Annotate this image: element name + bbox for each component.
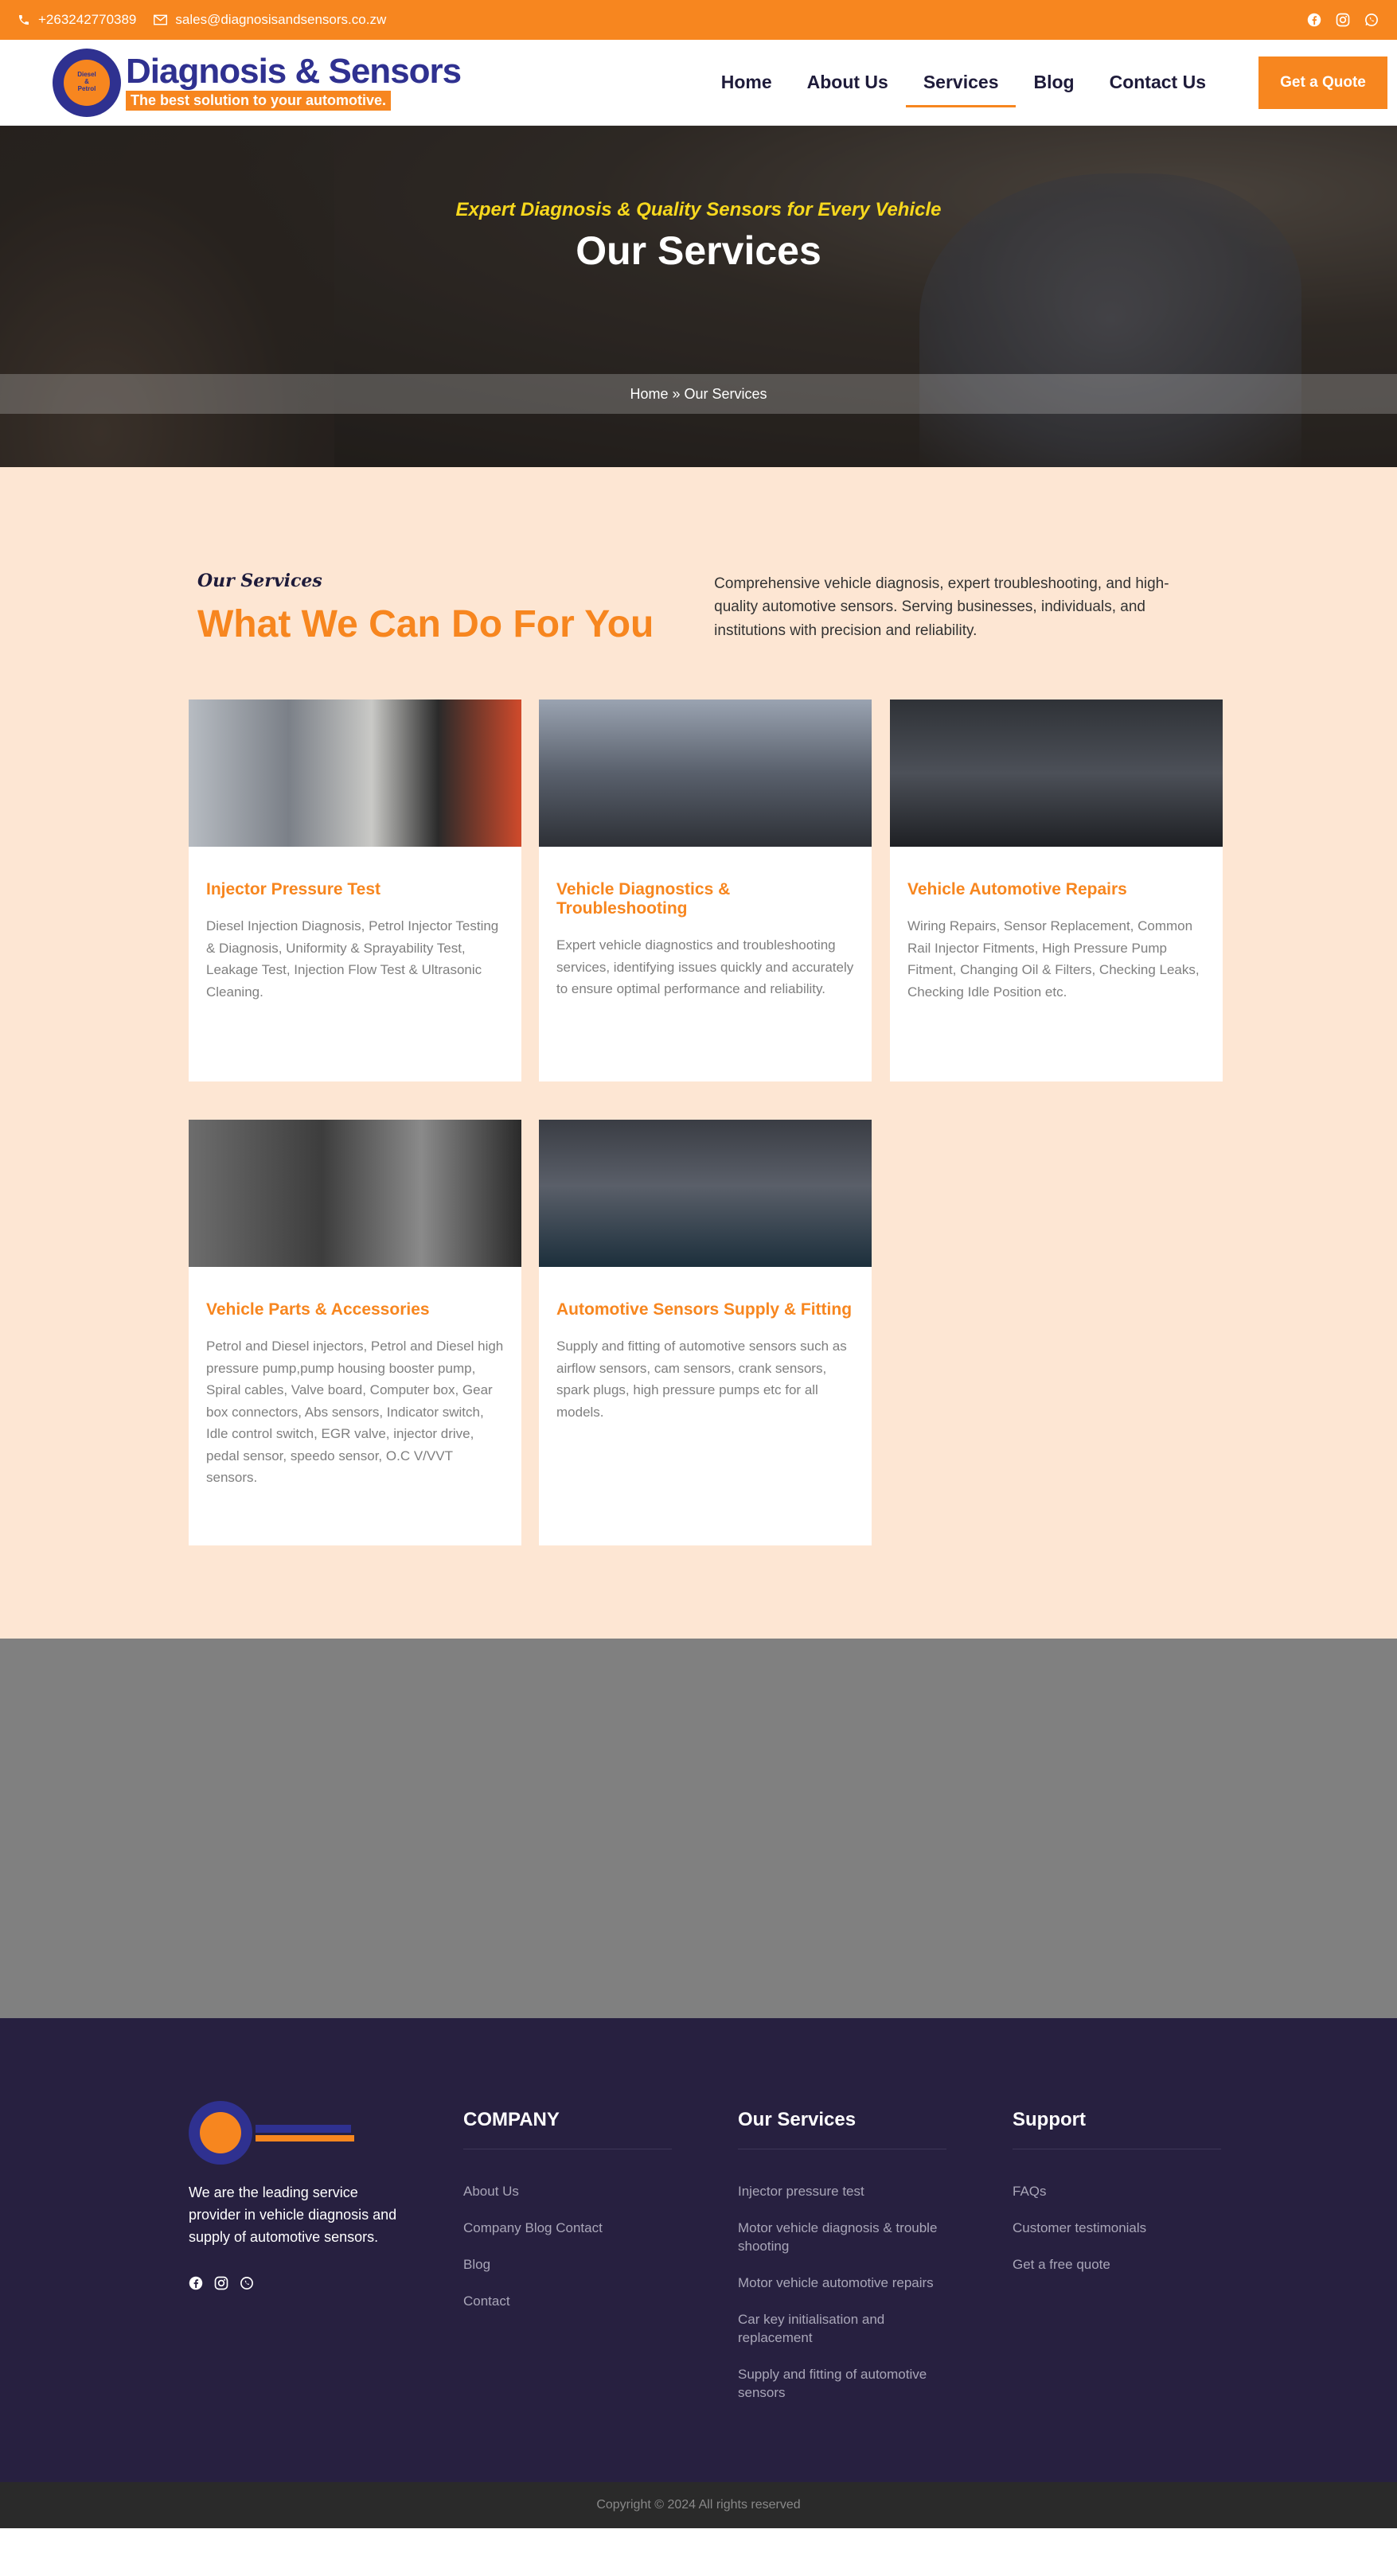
site-header: Diesel & Petrol Diagnosis & Sensors The be… <box>0 40 1397 126</box>
footer-link[interactable]: Customer testimonials <box>1013 2219 1221 2238</box>
service-card-desc: Expert vehicle diagnostics and troublesh… <box>556 937 854 997</box>
logo-badge-icon: Diesel & Petrol <box>53 48 121 117</box>
envelope-icon <box>154 14 168 25</box>
injector-test-image <box>189 700 521 847</box>
breadcrumb[interactable]: Home » Our Services <box>0 374 1397 414</box>
footer-link[interactable]: Blog <box>463 2256 672 2274</box>
topbar-socials <box>1306 12 1379 28</box>
services-section: Our Services What We Can Do For You Comp… <box>0 467 1397 1639</box>
get-quote-button[interactable]: Get a Quote <box>1258 56 1387 109</box>
footer-link[interactable]: Contact <box>463 2293 672 2311</box>
instagram-icon[interactable] <box>1335 12 1351 28</box>
nav-home[interactable]: Home <box>704 64 790 101</box>
engine-repair-image <box>890 700 1223 847</box>
footer-link[interactable]: Motor vehicle automotive repairs <box>738 2274 946 2293</box>
service-card-title[interactable]: Vehicle Automotive Repairs <box>907 880 1205 899</box>
service-card[interactable]: Vehicle Diagnostics & Troubleshooting Ex… <box>539 700 872 1081</box>
footer-about-text: We are the leading service provider in v… <box>189 2184 397 2245</box>
service-card-title[interactable]: Injector Pressure Test <box>206 880 504 899</box>
phone-number: +263242770389 <box>38 12 137 27</box>
service-card-title[interactable]: Vehicle Parts & Accessories <box>206 1300 504 1319</box>
footer-logo[interactable] <box>189 2101 397 2165</box>
service-card-desc: Petrol and Diesel injectors, Petrol and … <box>206 1339 504 1486</box>
nav-about-us[interactable]: About Us <box>790 64 906 101</box>
footer-services-column: Our Services Injector pressure test Moto… <box>738 2109 946 2421</box>
logo-tagline: The best solution to your automotive. <box>126 91 392 111</box>
page-title: Our Services <box>576 228 821 273</box>
logo-title: Diagnosis & Sensors <box>126 52 462 91</box>
top-bar: +263242770389 sales@diagnosisandsensors.… <box>0 0 1397 40</box>
hero-banner: Expert Diagnosis & Quality Sensors for E… <box>0 126 1397 467</box>
auto-parts-image <box>189 1120 521 1267</box>
main-nav: Home About Us Services Blog Contact Us <box>704 64 1223 107</box>
instagram-icon[interactable] <box>214 2276 228 2294</box>
service-card-title[interactable]: Vehicle Diagnostics & Troubleshooting <box>556 880 854 918</box>
service-card[interactable]: Vehicle Parts & Accessories Petrol and D… <box>189 1120 521 1545</box>
footer-link[interactable]: FAQs <box>1013 2183 1221 2201</box>
footer-heading: COMPANY <box>463 2109 672 2149</box>
nav-blog[interactable]: Blog <box>1016 64 1091 101</box>
footer-link[interactable]: Injector pressure test <box>738 2183 946 2201</box>
service-card-desc: Supply and fitting of automotive sensors… <box>556 1339 847 1420</box>
service-card[interactable]: Automotive Sensors Supply & Fitting Supp… <box>539 1120 872 1545</box>
footer-socials <box>189 2276 397 2294</box>
services-eyebrow: Our Services <box>197 571 322 591</box>
footer-link[interactable]: Motor vehicle diagnosis & trouble shooti… <box>738 2219 946 2256</box>
parking-sensors-image <box>539 1120 872 1267</box>
services-intro-text: Comprehensive vehicle diagnosis, expert … <box>714 575 1169 639</box>
diagnostics-laptop-image <box>539 700 872 847</box>
whatsapp-icon[interactable] <box>1364 12 1379 28</box>
map-placeholder <box>0 1639 1397 2018</box>
footer-support-column: Support FAQs Customer testimonials Get a… <box>1013 2109 1221 2293</box>
services-intro: Our Services What We Can Do For You Comp… <box>197 571 1200 646</box>
hero-subtitle: Expert Diagnosis & Quality Sensors for E… <box>455 199 942 220</box>
facebook-icon[interactable] <box>1306 12 1322 28</box>
email-contact[interactable]: sales@diagnosisandsensors.co.zw <box>154 12 386 28</box>
nav-services[interactable]: Services <box>905 64 1017 107</box>
email-address: sales@diagnosisandsensors.co.zw <box>175 12 387 27</box>
footer-link[interactable]: Get a free quote <box>1013 2256 1221 2274</box>
footer-heading: Our Services <box>738 2109 946 2149</box>
facebook-icon[interactable] <box>189 2276 203 2294</box>
service-card[interactable]: Injector Pressure Test Diesel Injection … <box>189 700 521 1081</box>
footer-company-column: COMPANY About Us Company Blog Contact Bl… <box>463 2109 672 2329</box>
service-card-desc: Wiring Repairs, Sensor Replacement, Comm… <box>907 918 1200 1000</box>
site-footer: We are the leading service provider in v… <box>0 2018 1397 2528</box>
whatsapp-icon[interactable] <box>240 2276 254 2294</box>
footer-heading: Support <box>1013 2109 1221 2149</box>
service-card-title[interactable]: Automotive Sensors Supply & Fitting <box>556 1300 854 1319</box>
phone-icon <box>19 15 29 25</box>
service-card-desc: Diesel Injection Diagnosis, Petrol Injec… <box>206 918 499 1000</box>
footer-link[interactable]: Company Blog Contact <box>463 2219 672 2238</box>
copyright: Copyright © 2024 All rights reserved <box>0 2482 1397 2528</box>
nav-contact-us[interactable]: Contact Us <box>1092 64 1223 101</box>
site-logo[interactable]: Diesel & Petrol Diagnosis & Sensors The be… <box>53 48 462 117</box>
footer-link[interactable]: About Us <box>463 2183 672 2201</box>
footer-link[interactable]: Supply and fitting of automotive sensors <box>738 2366 946 2403</box>
service-card[interactable]: Vehicle Automotive Repairs Wiring Repair… <box>890 700 1223 1081</box>
footer-link[interactable]: Car key initialisation and replacement <box>738 2311 946 2348</box>
services-heading: What We Can Do For You <box>197 603 654 645</box>
footer-about-column: We are the leading service provider in v… <box>189 2101 397 2294</box>
phone-contact[interactable]: +263242770389 <box>18 12 136 28</box>
